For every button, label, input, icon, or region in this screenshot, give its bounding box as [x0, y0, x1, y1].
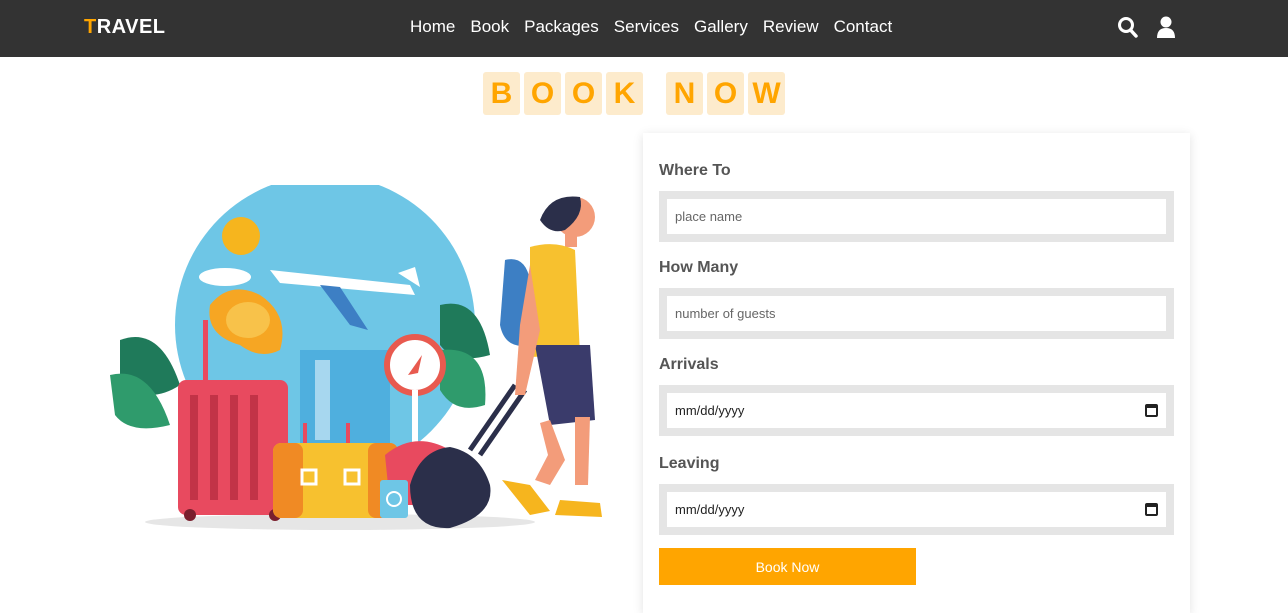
arrivals-label: Arrivals	[659, 356, 719, 373]
logo[interactable]: TRAVEL	[84, 16, 166, 39]
where-label: Where To	[659, 162, 731, 179]
page-title: B O O K N O W	[483, 72, 789, 115]
calendar-icon[interactable]	[1145, 503, 1158, 516]
title-letter: O	[524, 72, 561, 115]
user-icon[interactable]	[1155, 15, 1177, 39]
booking-form: Where To place name How Many number of g…	[643, 133, 1190, 613]
leaving-field-wrap: mm/dd/yyyy	[659, 484, 1174, 535]
nav-book[interactable]: Book	[470, 17, 509, 37]
travel-illustration	[110, 185, 602, 530]
logo-accent: T	[84, 16, 97, 38]
arrivals-value: mm/dd/yyyy	[675, 403, 745, 418]
title-letter: B	[483, 72, 520, 115]
nav-packages[interactable]: Packages	[524, 17, 599, 37]
title-letter: O	[707, 72, 744, 115]
arrivals-date-input[interactable]: mm/dd/yyyy	[667, 393, 1166, 428]
header: TRAVEL Home Book Packages Services Galle…	[0, 0, 1288, 57]
nav-contact[interactable]: Contact	[834, 17, 893, 37]
guests-input[interactable]: number of guests	[667, 296, 1166, 331]
logo-text: RAVEL	[96, 16, 166, 38]
where-placeholder: place name	[675, 209, 743, 224]
where-field-wrap: place name	[659, 191, 1174, 242]
leaving-date-input[interactable]: mm/dd/yyyy	[667, 492, 1166, 527]
arrivals-field-wrap: mm/dd/yyyy	[659, 385, 1174, 436]
title-space	[647, 72, 662, 115]
leaving-value: mm/dd/yyyy	[675, 502, 745, 517]
nav-services[interactable]: Services	[614, 17, 679, 37]
book-now-button[interactable]: Book Now	[659, 548, 916, 585]
how-many-field-wrap: number of guests	[659, 288, 1174, 339]
guests-placeholder: number of guests	[675, 306, 776, 321]
leaving-label: Leaving	[659, 455, 720, 472]
nav-gallery[interactable]: Gallery	[694, 17, 748, 37]
calendar-icon[interactable]	[1145, 404, 1158, 417]
title-letter: K	[606, 72, 643, 115]
how-many-label: How Many	[659, 259, 739, 276]
where-input[interactable]: place name	[667, 199, 1166, 234]
search-icon[interactable]	[1117, 15, 1139, 39]
title-letter: N	[666, 72, 703, 115]
main-nav: Home Book Packages Services Gallery Revi…	[410, 17, 892, 37]
title-letter: O	[565, 72, 602, 115]
title-letter: W	[748, 72, 785, 115]
nav-home[interactable]: Home	[410, 17, 455, 37]
nav-review[interactable]: Review	[763, 17, 819, 37]
